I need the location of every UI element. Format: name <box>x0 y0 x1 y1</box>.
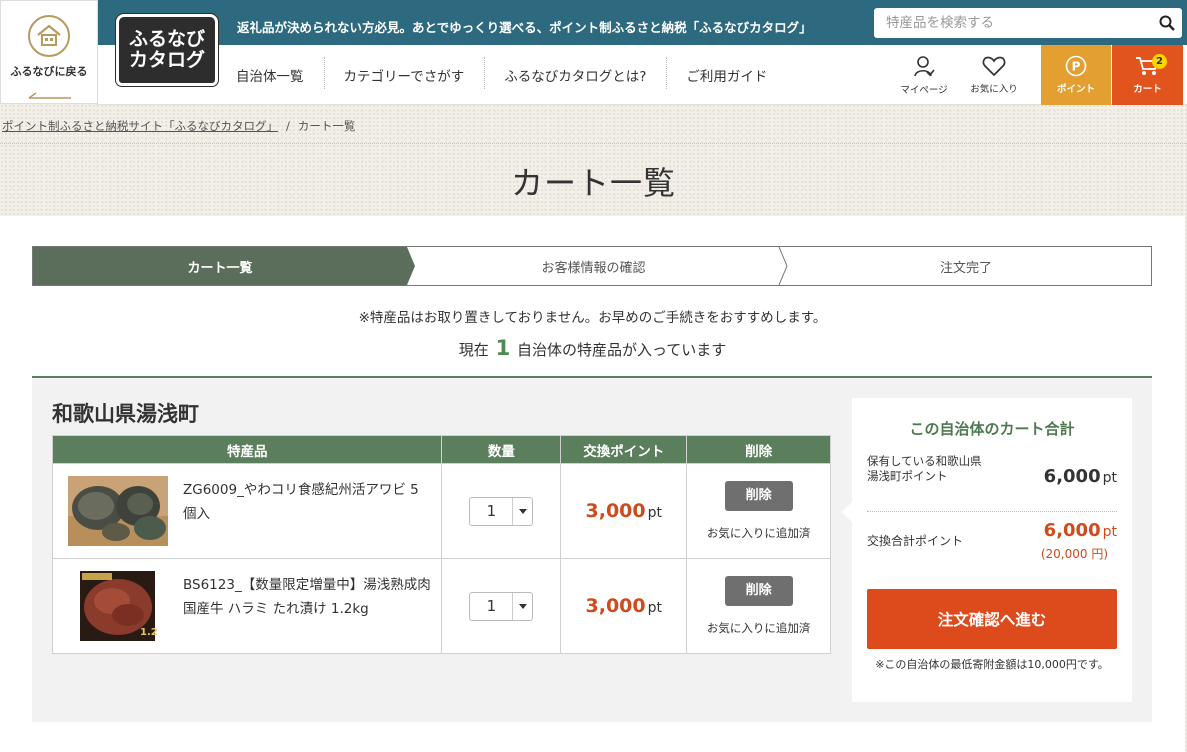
table-row: 1.2 BS6123_【数量限定増量中】湯浅熟成肉 国産牛 ハラミ たれ漬け 1… <box>51 558 831 654</box>
owned-points-value: 6,000 pt <box>1044 466 1117 487</box>
chevron-down-icon <box>512 592 532 620</box>
delete-button[interactable]: 削除 <box>724 576 793 606</box>
cart-panel: カート一覧 お客様情報の確認 注文完了 ※特産品はお取り置きしておりません。お早… <box>0 216 1185 752</box>
beef-harami-thumbnail[interactable]: 1.2 <box>68 571 168 641</box>
breadcrumb-current: カート一覧 <box>297 119 356 133</box>
col-header-points: 交換ポイント <box>560 435 688 464</box>
quantity-value: 1 <box>486 502 497 520</box>
summary-divider <box>867 511 1117 512</box>
points-unit: pt <box>647 505 662 521</box>
nav-municipalities[interactable]: 自治体一覧 <box>222 65 324 85</box>
house-icon <box>28 15 70 57</box>
mypage-label: マイページ <box>900 85 948 96</box>
nav-guide[interactable]: ご利用ガイド <box>666 57 787 89</box>
summary-title: この自治体のカート合計 <box>909 420 1075 438</box>
points-unit: pt <box>647 600 662 616</box>
back-to-furunavi-link[interactable]: ふるなびに戻る <box>0 0 98 104</box>
favorite-status: お気に入りに追加済 <box>706 526 811 540</box>
back-arrow-icon <box>27 85 71 99</box>
product-cell: 1.2 BS6123_【数量限定増量中】湯浅熟成肉 国産牛 ハラミ たれ漬け 1… <box>53 561 441 651</box>
quantity-select[interactable]: 1 <box>469 591 534 621</box>
delete-button[interactable]: 削除 <box>724 481 793 511</box>
table-header-row: 特産品 数量 交換ポイント 削除 <box>51 435 831 464</box>
cart-items-table: 特産品 数量 交換ポイント 削除 ZG6009_やわコリ食感紀州活アワビ 5個入… <box>51 435 831 654</box>
point-button[interactable]: P ポイント <box>1041 45 1111 105</box>
user-icon <box>914 56 935 77</box>
step-arrows <box>407 247 788 285</box>
count-suffix: 自治体の特産品が入っています <box>516 341 727 359</box>
municipality-name: 和歌山県湯浅町 <box>52 402 199 426</box>
notice-text: ※特産品はお取り置きしておりません。お早めのご手続きをおすすめします。 <box>358 310 827 326</box>
search-box <box>874 8 1182 38</box>
back-label: ふるなびに戻る <box>10 65 88 78</box>
search-icon[interactable] <box>1152 8 1182 38</box>
logo-line-1: ふるなび <box>128 28 205 50</box>
cart-count-badge: 2 <box>1152 54 1167 69</box>
svg-text:P: P <box>1072 60 1081 74</box>
logo-line-2: カタログ <box>128 49 205 71</box>
svg-text:1.2: 1.2 <box>140 627 158 638</box>
search-input[interactable] <box>874 9 1152 37</box>
product-name[interactable]: ZG6009_やわコリ食感紀州活アワビ 5個入 <box>183 478 431 526</box>
breadcrumb-home-link[interactable]: ポイント制ふるさと納税サイト「ふるなびカタログ」 <box>2 119 278 133</box>
municipality-section: 和歌山県湯浅町 特産品 数量 交換ポイント 削除 ZG6009_やわコリ食感紀州… <box>32 376 1152 722</box>
col-header-product: 特産品 <box>51 435 443 464</box>
breadcrumb-separator: / <box>286 119 290 133</box>
mypage-button[interactable]: マイページ <box>893 45 955 105</box>
nav-categories[interactable]: カテゴリーでさがす <box>323 57 485 89</box>
total-points-label: 交換合計ポイント <box>867 534 964 548</box>
product-cell: ZG6009_やわコリ食感紀州活アワビ 5個入 <box>53 466 441 556</box>
table-row: ZG6009_やわコリ食感紀州活アワビ 5個入 1 3,000 pt 削除 お気… <box>51 463 831 559</box>
page-title: カート一覧 <box>510 164 676 202</box>
quantity-select[interactable]: 1 <box>469 496 534 526</box>
cart-count-line: 現在 1 自治体の特産品が入っています <box>0 336 1185 360</box>
product-name[interactable]: BS6123_【数量限定増量中】湯浅熟成肉 国産牛 ハラミ たれ漬け 1.2kg <box>183 573 431 621</box>
point-label: ポイント <box>1056 84 1095 95</box>
main-nav: 自治体一覧 カテゴリーでさがす ふるなびカタログとは? ご利用ガイド <box>222 45 787 105</box>
heart-icon <box>982 56 1006 77</box>
breadcrumb-divider <box>0 143 1187 144</box>
quantity-value: 1 <box>486 597 497 615</box>
tagline: 返礼品が決められない方必見。あとでゆっくり選べる、ポイント制ふるさと納税「ふるな… <box>237 20 812 35</box>
favorites-button[interactable]: お気に入り <box>963 45 1025 105</box>
item-points: 3,000 <box>585 500 646 522</box>
nav-bar: 自治体一覧 カテゴリーでさがす ふるなびカタログとは? ご利用ガイド マイページ… <box>98 45 1187 105</box>
chevron-down-icon <box>512 497 532 525</box>
col-header-quantity: 数量 <box>441 435 562 464</box>
count-prefix: 現在 <box>458 341 489 359</box>
municipality-count: 1 <box>495 336 511 360</box>
progress-steps: カート一覧 お客様情報の確認 注文完了 <box>32 246 1152 286</box>
point-p-icon: P <box>1065 55 1087 77</box>
owned-points-label: 保有している和歌山県湯浅町ポイント <box>867 454 982 483</box>
abalone-thumbnail[interactable] <box>68 476 168 546</box>
item-points: 3,000 <box>585 595 646 617</box>
total-points-unit: pt <box>1102 524 1117 540</box>
cart-button[interactable]: 2 カート <box>1112 45 1183 105</box>
cart-summary: この自治体のカート合計 保有している和歌山県湯浅町ポイント 6,000 pt 交換… <box>842 398 1132 702</box>
favorite-status: お気に入りに追加済 <box>706 621 811 635</box>
proceed-to-order-button[interactable]: 注文確認へ進む <box>867 589 1117 649</box>
breadcrumb: ポイント制ふるさと納税サイト「ふるなびカタログ」 / カート一覧 <box>2 118 355 134</box>
nav-about[interactable]: ふるなびカタログとは? <box>484 57 666 89</box>
owned-points-unit: pt <box>1102 470 1117 486</box>
minimum-donation-note: ※この自治体の最低寄附金額は10,000円です。 <box>875 658 1109 671</box>
total-yen: (20,000 円) <box>1040 547 1108 561</box>
favorites-label: お気に入り <box>970 84 1018 95</box>
total-points-number: 6,000 <box>1043 520 1101 541</box>
cart-label: カート <box>1133 84 1162 95</box>
owned-points-number: 6,000 <box>1043 466 1101 487</box>
col-header-delete: 削除 <box>686 435 831 464</box>
furunavi-catalog-logo[interactable]: ふるなび カタログ <box>116 14 218 86</box>
total-points-value: 6,000 pt <box>1044 520 1117 541</box>
